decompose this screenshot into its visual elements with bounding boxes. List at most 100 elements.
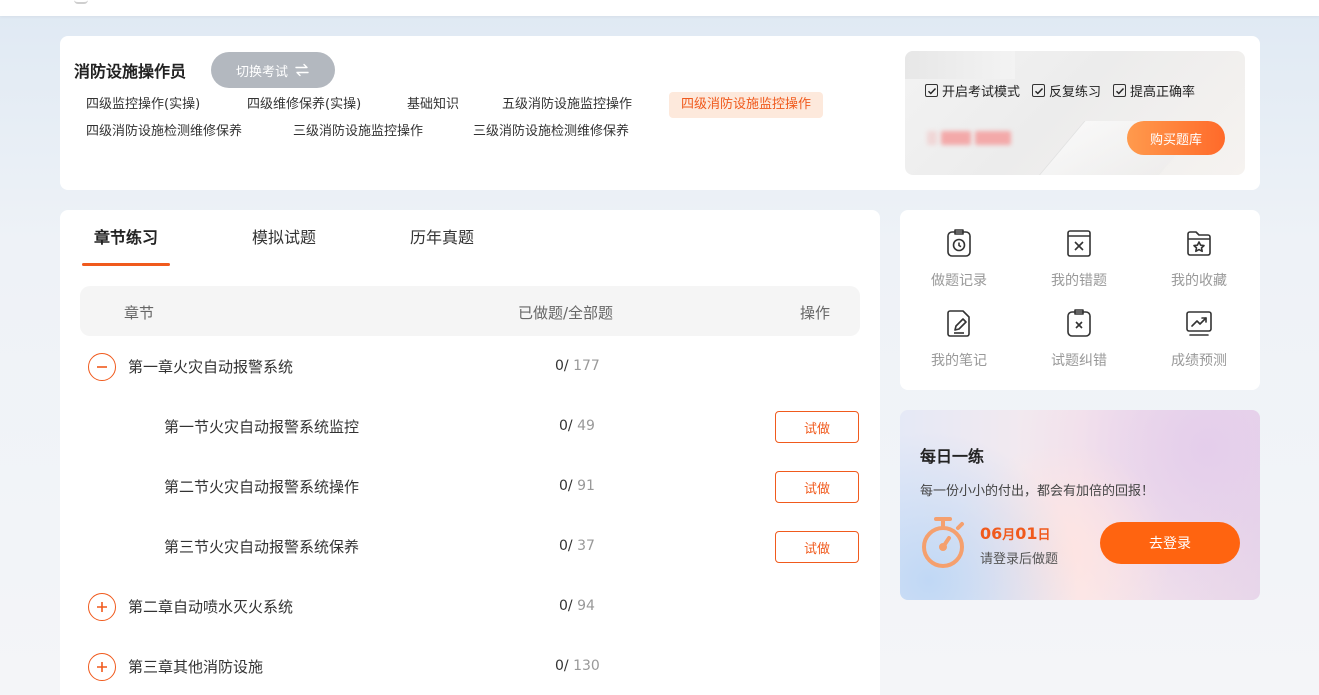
checkbox-checked-icon: [1113, 84, 1127, 97]
progress-count: 0/ 94: [559, 598, 595, 614]
buy-question-bank-button[interactable]: 购买题库: [1127, 121, 1225, 155]
date-day-unit: 日: [1037, 528, 1051, 543]
total-count: 177: [573, 358, 600, 374]
daily-title: 每日一练: [920, 447, 985, 466]
stopwatch-icon: [922, 517, 964, 568]
progress-count: 0/ 49: [559, 418, 595, 434]
chapter-name: 第二章自动喷水灭火系统: [128, 598, 294, 616]
question-bank-promo: 开启考试模式 反复练习 提高正确率 购买题库: [905, 51, 1245, 175]
section-name: 第二节火灾自动报警系统操作: [164, 478, 360, 496]
plus-icon: [97, 602, 107, 612]
exam-selector-card: 消防设施操作员 切换考试 四级监控操作(实操) 四级维修保养(实操) 基础知识 …: [60, 36, 1260, 190]
subject-tab-4-monitor-practical[interactable]: 四级监控操作(实操): [74, 92, 212, 118]
clipboard-clock-icon: [947, 229, 971, 257]
practice-tabs: 章节练习 模拟试题 历年真题: [82, 210, 556, 266]
column-header-action: 操作: [800, 304, 831, 322]
trend-chart-icon: [1186, 311, 1212, 336]
subject-tab-4-maintenance-practical[interactable]: 四级维修保养(实操): [235, 92, 373, 118]
table-header: 章节 已做题/全部题 操作: [80, 286, 860, 336]
folder-star-icon: [1187, 231, 1211, 256]
login-button[interactable]: 去登录: [1100, 522, 1240, 564]
section-name: 第一节火灾自动报警系统监控: [164, 418, 360, 436]
document-pen-icon: [947, 310, 970, 337]
subject-tab-4-inspection[interactable]: 四级消防设施检测维修保养: [74, 119, 254, 145]
tab-mock-exam[interactable]: 模拟试题: [240, 210, 328, 266]
tool-label: 做题记录: [931, 273, 987, 289]
try-button[interactable]: 试做: [775, 471, 859, 503]
tool-favorites[interactable]: 我的收藏: [1144, 228, 1254, 298]
expand-chapter-button[interactable]: [88, 653, 116, 681]
option-exam-mode[interactable]: 开启考试模式: [925, 81, 1020, 100]
option-repeat-practice[interactable]: 反复练习: [1032, 81, 1101, 100]
blurred-price: [927, 131, 1021, 145]
checkbox-checked-icon: [925, 84, 938, 97]
swap-arrows-icon: [295, 63, 309, 77]
promo-feature-list: 开启考试模式 反复练习 提高正确率: [925, 81, 1195, 100]
done-count: 0/: [559, 418, 573, 434]
chapter-practice-panel: 章节练习 模拟试题 历年真题 章节 已做题/全部题 操作 第一章火灾自动报警系统…: [60, 210, 880, 695]
option-improve-accuracy[interactable]: 提高正确率: [1113, 81, 1195, 100]
tool-label: 我的错题: [1051, 273, 1107, 289]
study-tools-card: 做题记录 我的错题 我的收藏 我的笔记 试题纠错 成绩预测: [900, 210, 1260, 390]
chapter-row: 第三章其他消防设施 0/ 130: [80, 636, 860, 695]
total-count: 130: [573, 658, 600, 674]
done-count: 0/: [559, 538, 573, 554]
tool-practice-record[interactable]: 做题记录: [904, 228, 1014, 298]
tool-score-prediction[interactable]: 成绩预测: [1144, 308, 1254, 378]
date-month-unit: 月: [1002, 528, 1016, 543]
tool-wrong-questions[interactable]: 我的错题: [1024, 228, 1134, 298]
expand-chapter-button[interactable]: [88, 593, 116, 621]
collapse-chapter-button[interactable]: [88, 353, 116, 381]
subject-tab-basic-knowledge[interactable]: 基础知识: [395, 92, 471, 118]
login-hint: 请登录后做题: [980, 552, 1059, 567]
total-count: 91: [577, 478, 595, 494]
done-count: 0/: [559, 598, 573, 614]
tab-chapter-practice[interactable]: 章节练习: [82, 210, 171, 266]
total-count: 37: [577, 538, 595, 554]
tool-label: 试题纠错: [1051, 353, 1107, 369]
progress-count: 0/ 130: [555, 658, 600, 674]
column-header-chapter: 章节: [124, 304, 155, 322]
subject-tab-3-inspection[interactable]: 三级消防设施检测维修保养: [461, 119, 641, 145]
daily-practice-card: 每日一练 每一份小小的付出，都会有加倍的回报！ 06月01日 请登录后做题 去登…: [900, 410, 1260, 600]
date-day: 01: [1015, 524, 1038, 543]
switch-exam-label: 切换考试: [235, 64, 288, 80]
total-count: 94: [577, 598, 595, 614]
minus-icon: [97, 366, 107, 368]
tool-label: 成绩预测: [1171, 353, 1227, 369]
option-label: 开启考试模式: [942, 85, 1021, 100]
section-row: 第三节火灾自动报警系统保养 0/ 37 试做: [80, 516, 860, 576]
top-nav-bar: [0, 0, 1319, 16]
option-label: 反复练习: [1049, 85, 1102, 100]
section-name: 第三节火灾自动报警系统保养: [164, 538, 360, 556]
try-button[interactable]: 试做: [775, 531, 859, 563]
done-count: 0/: [555, 658, 569, 674]
subject-tab-5-monitor[interactable]: 五级消防设施监控操作: [490, 92, 644, 118]
practice-date: 06月01日: [980, 524, 1051, 543]
progress-count: 0/ 37: [559, 538, 595, 554]
done-count: 0/: [555, 358, 569, 374]
tool-report-error[interactable]: 试题纠错: [1024, 308, 1134, 378]
total-count: 49: [577, 418, 595, 434]
chapter-name: 第一章火灾自动报警系统: [128, 358, 294, 376]
tab-past-papers[interactable]: 历年真题: [398, 210, 486, 266]
column-header-progress: 已做题/全部题: [518, 304, 614, 322]
chapter-row: 第二章自动喷水灭火系统 0/ 94: [80, 576, 860, 636]
tool-label: 我的笔记: [931, 353, 987, 369]
done-count: 0/: [559, 478, 573, 494]
plus-icon: [97, 662, 107, 672]
try-button[interactable]: 试做: [775, 411, 859, 443]
checkbox-checked-icon: [1032, 84, 1046, 97]
book-x-icon: [1067, 230, 1091, 257]
subject-tab-3-monitor[interactable]: 三级消防设施监控操作: [281, 119, 435, 145]
daily-subtitle: 每一份小小的付出，都会有加倍的回报！: [920, 484, 1155, 499]
switch-exam-button[interactable]: 切换考试: [211, 52, 335, 88]
exam-title: 消防设施操作员: [74, 62, 187, 81]
tool-label: 我的收藏: [1171, 273, 1227, 289]
promo-decoration: [905, 51, 1015, 79]
subject-tab-4-monitor-active[interactable]: 四级消防设施监控操作: [669, 92, 824, 118]
progress-count: 0/ 91: [559, 478, 595, 494]
logo-fragment: [74, 0, 88, 4]
tool-my-notes[interactable]: 我的笔记: [904, 308, 1014, 378]
chapter-row: 第一章火灾自动报警系统 0/ 177: [80, 336, 860, 396]
